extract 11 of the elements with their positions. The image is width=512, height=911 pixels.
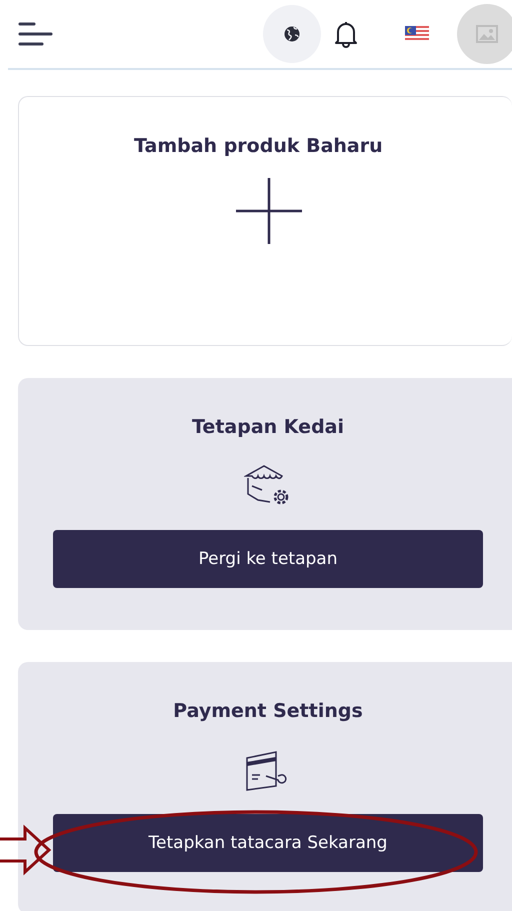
plus-icon[interactable] <box>235 177 303 245</box>
menu-icon[interactable] <box>18 21 54 47</box>
card-button[interactable]: Pergi ke tetapan <box>53 530 483 588</box>
card-title: Tetapan Kedai <box>192 416 344 438</box>
card-title: Tambah produk Baharu <box>134 135 383 157</box>
globe-icon <box>284 26 300 42</box>
flag-icon[interactable] <box>405 26 429 42</box>
image-icon <box>476 25 498 43</box>
bell-icon[interactable] <box>333 20 359 48</box>
card-button[interactable]: Tetapkan tatacara Sekarang <box>53 814 483 872</box>
card-title: Payment Settings <box>173 700 363 722</box>
